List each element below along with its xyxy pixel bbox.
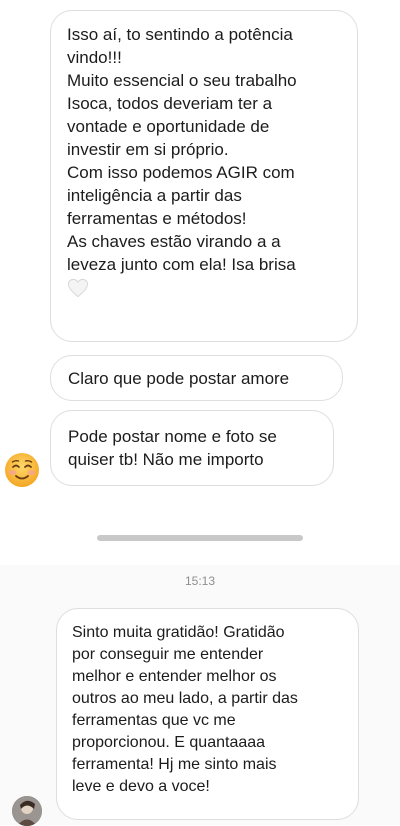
message-timestamp: 15:13 bbox=[184, 574, 216, 588]
chat-screenshot-top: Isso aí, to sentindo a potência vindo!!!… bbox=[0, 0, 400, 545]
message-bubble: Isso aí, to sentindo a potência vindo!!!… bbox=[50, 10, 358, 342]
scroll-indicator bbox=[97, 535, 303, 541]
message-text: Claro que pode postar amore bbox=[68, 369, 290, 388]
message-text: Pode postar nome e foto se quiser tb! Nã… bbox=[68, 427, 277, 469]
message-bubble: Claro que pode postar amore bbox=[50, 355, 343, 401]
smiling-face-emoji-icon bbox=[5, 453, 39, 487]
message-bubble: Sinto muita gratidão! Gratidão por conse… bbox=[56, 608, 359, 820]
message-text: Isso aí, to sentindo a potência vindo!!!… bbox=[67, 25, 297, 274]
profile-photo bbox=[12, 796, 42, 826]
message-text: Sinto muita gratidão! Gratidão por conse… bbox=[72, 624, 298, 795]
white-heart-icon bbox=[67, 278, 89, 298]
profile-photo-avatar[interactable] bbox=[12, 796, 42, 826]
message-bubble: Pode postar nome e foto se quiser tb! Nã… bbox=[50, 410, 334, 486]
